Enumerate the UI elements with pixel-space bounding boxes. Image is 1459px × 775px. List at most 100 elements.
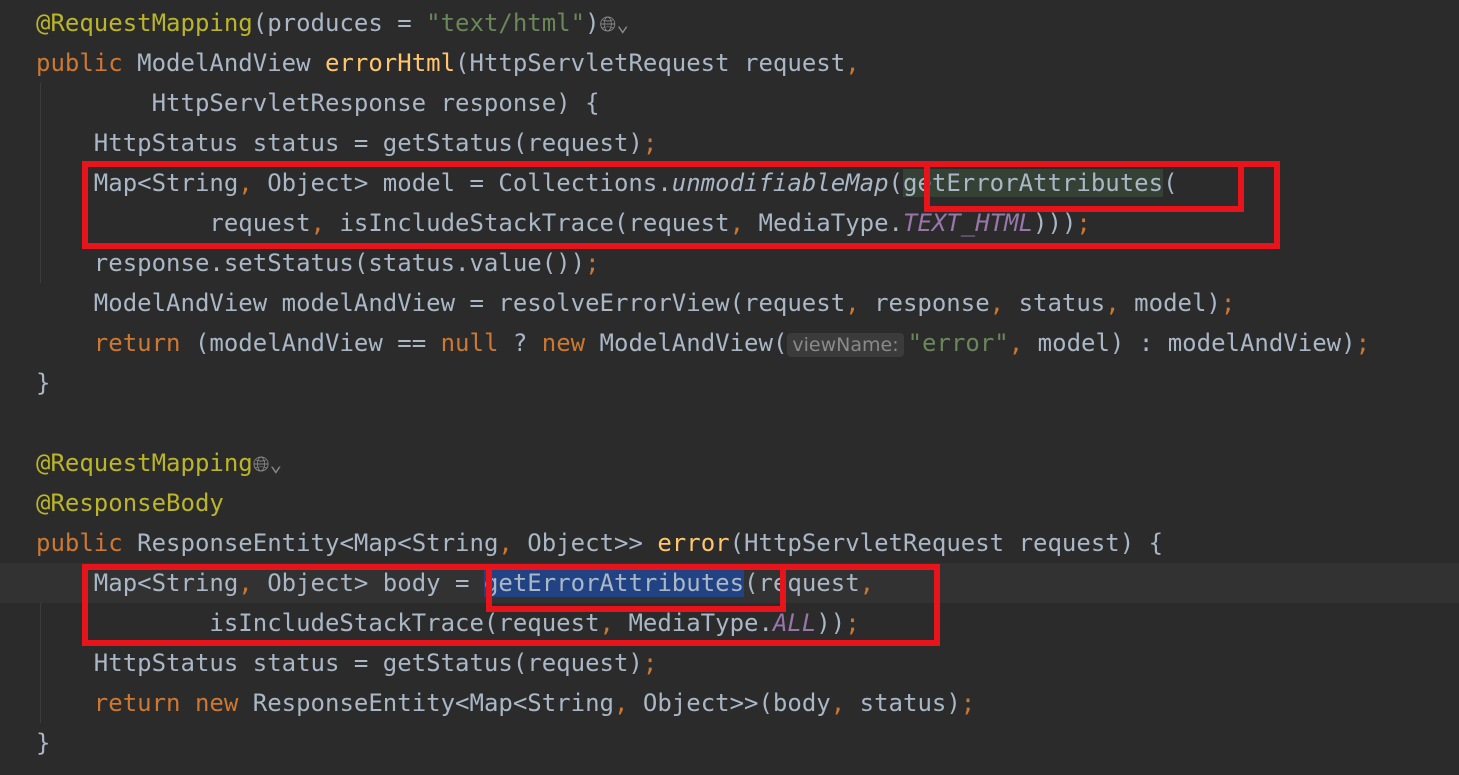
punctuation-token: , xyxy=(845,49,860,77)
code-line[interactable]: ModelAndView modelAndView = resolveError… xyxy=(0,283,1459,323)
code-line[interactable]: @ResponseBody xyxy=(0,483,1459,523)
punctuation-token: , xyxy=(599,609,629,637)
parameter-hint: viewName: xyxy=(787,333,904,357)
punctuation-token: ; xyxy=(960,689,976,717)
annotation-token: @RequestMapping xyxy=(36,449,253,477)
code-token: MediaType. xyxy=(628,609,773,637)
endpoint-globe-icon[interactable]: 🌐︎⌄ xyxy=(600,12,629,36)
method-name-token: error xyxy=(657,529,730,557)
annotation-token: @ResponseBody xyxy=(36,489,224,517)
code-token: } xyxy=(36,729,51,757)
code-token: ModelAndView( xyxy=(599,329,788,357)
code-token: ))) xyxy=(1033,209,1077,237)
punctuation-token: , xyxy=(238,569,268,597)
keyword-token: new xyxy=(541,329,600,357)
code-token: response xyxy=(874,289,990,317)
punctuation-token: ; xyxy=(642,649,658,677)
code-editor[interactable]: @RequestMapping(produces = "text/html")🌐… xyxy=(0,0,1459,775)
code-token: ResponseEntity<Map<String xyxy=(252,689,614,717)
code-line[interactable]: } xyxy=(0,723,1459,763)
punctuation-token: ; xyxy=(642,129,658,157)
punctuation-token: , xyxy=(845,289,875,317)
code-token: ) xyxy=(585,9,600,37)
keyword-token: new xyxy=(194,689,253,717)
code-token: ( xyxy=(888,169,903,197)
code-line[interactable]: @RequestMapping(produces = "text/html")🌐… xyxy=(0,3,1459,43)
code-token: request xyxy=(36,209,311,237)
code-token: status) xyxy=(859,689,961,717)
code-line[interactable]: @RequestMapping🌐︎⌄ xyxy=(0,443,1459,483)
code-token: Object> body = xyxy=(267,569,484,597)
code-line[interactable]: response.setStatus(status.value()); xyxy=(0,243,1459,283)
code-token: status xyxy=(1018,289,1106,317)
code-line[interactable]: request, isIncludeStackTrace(request, Me… xyxy=(0,203,1459,243)
code-token: (HttpServletRequest request xyxy=(455,49,846,77)
code-token: Map<String xyxy=(36,569,239,597)
string-token: "text/html" xyxy=(426,9,586,37)
code-line-current[interactable]: Map<String, Object> body = getErrorAttri… xyxy=(0,563,1459,603)
code-line[interactable]: isIncludeStackTrace(request, MediaType.A… xyxy=(0,603,1459,643)
code-token: ResponseEntity<Map<String xyxy=(137,529,499,557)
punctuation-token: , xyxy=(238,169,268,197)
code-token: ( xyxy=(1163,169,1178,197)
constant-token: ALL xyxy=(772,609,817,637)
method-name-token: errorHtml xyxy=(325,49,456,77)
code-token: Object>>(body xyxy=(642,689,831,717)
keyword-token: public xyxy=(36,49,138,77)
code-token: isIncludeStackTrace(request xyxy=(339,209,730,237)
punctuation-token: , xyxy=(498,529,528,557)
keyword-token: public xyxy=(36,529,138,557)
code-token: response.setStatus(status.value()) xyxy=(36,249,586,277)
code-token: HttpServletResponse response) { xyxy=(36,89,600,117)
code-line[interactable]: } xyxy=(0,363,1459,403)
code-token: (modelAndView == xyxy=(194,329,441,357)
code-line[interactable]: HttpStatus status = getStatus(request); xyxy=(0,643,1459,683)
punctuation-token: , xyxy=(989,289,1019,317)
code-token: isIncludeStackTrace(request xyxy=(36,609,600,637)
code-token: (HttpServletRequest request) { xyxy=(729,529,1164,557)
punctuation-token: ; xyxy=(1076,209,1091,237)
endpoint-globe-icon[interactable]: 🌐︎⌄ xyxy=(253,452,282,476)
punctuation-token: , xyxy=(1008,329,1038,357)
keyword-token: return xyxy=(36,329,195,357)
punctuation-token: , xyxy=(1105,289,1135,317)
code-token: (request xyxy=(744,569,860,597)
code-token: ? xyxy=(512,329,542,357)
keyword-token: return xyxy=(36,689,195,717)
punctuation-token: ; xyxy=(845,609,860,637)
code-token: ModelAndView modelAndView = resolveError… xyxy=(36,289,846,317)
code-line[interactable] xyxy=(0,403,1459,443)
constant-token: TEXT_HTML xyxy=(903,209,1034,237)
punctuation-token: ; xyxy=(1355,329,1371,357)
code-token: Map<String xyxy=(36,169,239,197)
code-token: )) xyxy=(816,609,846,637)
code-token: model) : modelAndView) xyxy=(1037,329,1356,357)
code-token: (produces = xyxy=(252,9,427,37)
punctuation-token: ; xyxy=(1220,289,1236,317)
punctuation-token: , xyxy=(729,209,759,237)
code-line[interactable]: public ResponseEntity<Map<String, Object… xyxy=(0,523,1459,563)
code-line[interactable]: HttpServletResponse response) { xyxy=(0,83,1459,123)
code-line[interactable]: HttpStatus status = getStatus(request); xyxy=(0,123,1459,163)
punctuation-token: , xyxy=(613,689,643,717)
annotation-token: @RequestMapping xyxy=(36,9,253,37)
punctuation-token: , xyxy=(310,209,340,237)
code-line[interactable]: Map<String, Object> model = Collections.… xyxy=(0,163,1459,203)
code-token: HttpStatus status = getStatus(request) xyxy=(36,129,643,157)
code-token: HttpStatus status = getStatus(request) xyxy=(36,649,643,677)
code-token: Object>> xyxy=(527,529,658,557)
code-line[interactable]: return new ResponseEntity<Map<String, Ob… xyxy=(0,683,1459,723)
punctuation-token: , xyxy=(830,689,860,717)
code-line[interactable]: public ModelAndView errorHtml(HttpServle… xyxy=(0,43,1459,83)
code-line[interactable]: return (modelAndView == null ? new Model… xyxy=(0,323,1459,363)
code-token: Object> model = Collections. xyxy=(267,169,672,197)
code-token: MediaType. xyxy=(758,209,904,237)
highlighted-method-token: getErrorAttributes xyxy=(902,169,1164,197)
highlighted-method-token: getErrorAttributes xyxy=(483,569,745,597)
string-token: "error" xyxy=(907,329,1009,357)
code-token: } xyxy=(36,369,51,397)
keyword-token: null xyxy=(440,329,513,357)
code-token: model) xyxy=(1134,289,1221,317)
static-call-token: unmodifiableMap xyxy=(671,169,889,197)
punctuation-token: ; xyxy=(585,249,600,277)
